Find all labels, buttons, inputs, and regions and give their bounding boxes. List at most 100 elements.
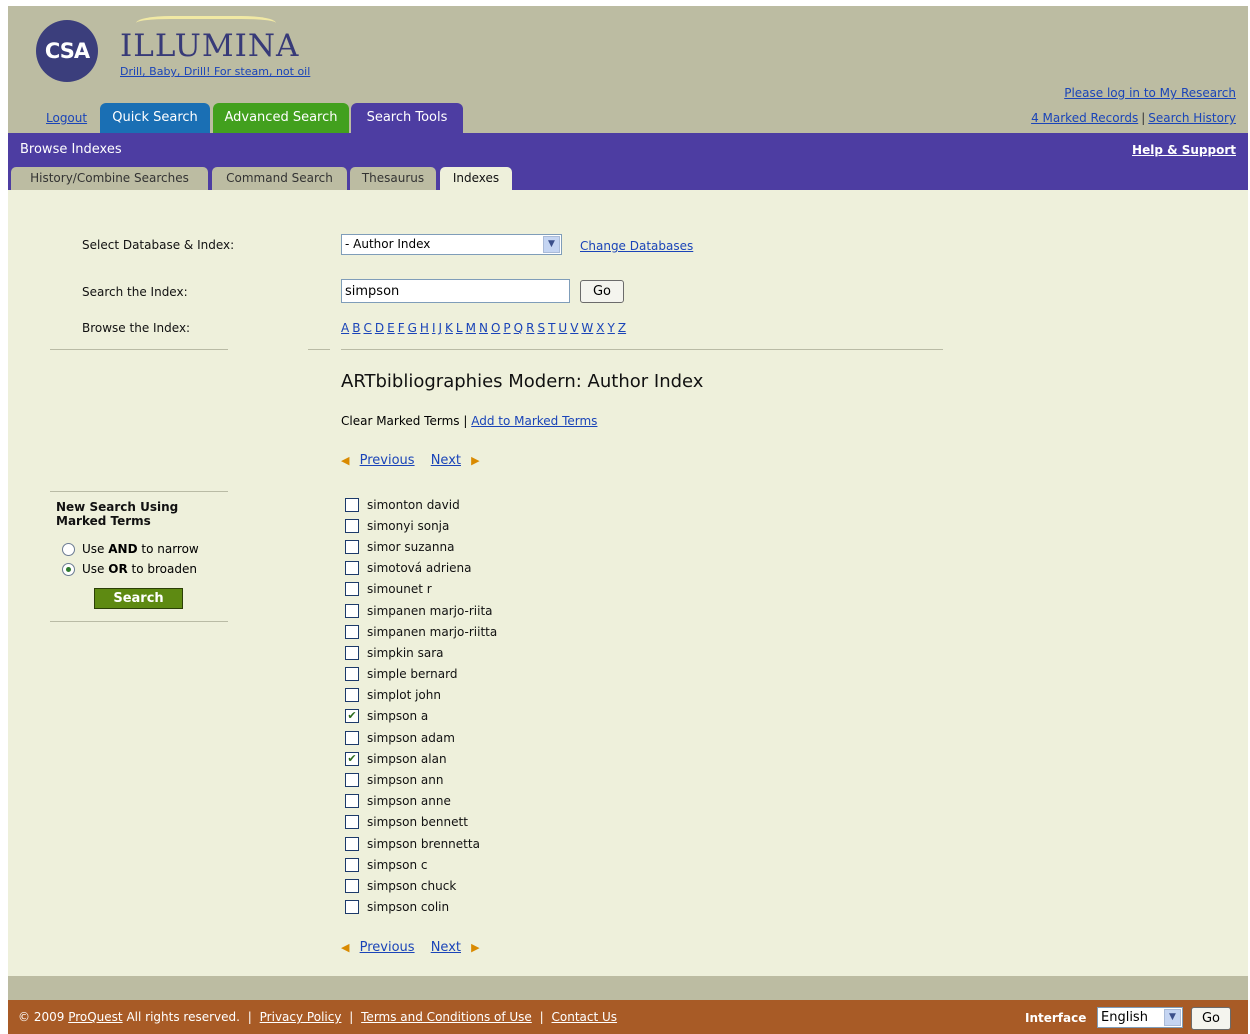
tab-history-combine[interactable]: History/Combine Searches: [11, 167, 208, 190]
tab-advanced-search[interactable]: Advanced Search: [213, 103, 349, 133]
radio-or[interactable]: [62, 562, 75, 576]
next-link[interactable]: Next: [431, 940, 461, 955]
alphabet-link-y[interactable]: Y: [608, 321, 615, 335]
alphabet-link-t[interactable]: T: [548, 321, 555, 335]
alphabet-link-u[interactable]: U: [558, 321, 567, 335]
tab-thesaurus[interactable]: Thesaurus: [350, 167, 436, 190]
term-checkbox[interactable]: [345, 815, 359, 830]
term-checkbox[interactable]: [345, 836, 359, 851]
alphabet-link-p[interactable]: P: [503, 321, 510, 335]
alphabet-link-w[interactable]: W: [581, 321, 593, 335]
logout-link[interactable]: Logout: [46, 111, 87, 125]
marked-records-link[interactable]: 4 Marked Records: [1031, 111, 1138, 125]
help-support-link[interactable]: Help & Support: [1132, 143, 1236, 157]
term-checkbox[interactable]: [345, 900, 359, 915]
term-row: ✔ simpson alan: [345, 748, 497, 769]
term-checkbox[interactable]: [345, 773, 359, 788]
term-checkbox[interactable]: [345, 518, 359, 533]
term-label: simpson bennett: [367, 815, 468, 830]
alphabet-link-z[interactable]: Z: [618, 321, 626, 335]
go-button[interactable]: Go: [580, 280, 624, 303]
term-checkbox[interactable]: [345, 667, 359, 682]
term-label: simpson ann: [367, 773, 444, 788]
term-label: simpson a: [367, 709, 429, 724]
alphabet-link-f[interactable]: F: [398, 321, 405, 335]
alphabet-link-b[interactable]: B: [352, 321, 360, 335]
terms-link[interactable]: Terms and Conditions of Use: [361, 1010, 532, 1024]
search-button[interactable]: Search: [94, 588, 183, 609]
new-search-title-line2: Marked Terms: [56, 514, 151, 528]
term-checkbox[interactable]: [345, 794, 359, 809]
term-checkbox[interactable]: [345, 624, 359, 639]
tagline-link[interactable]: Drill, Baby, Drill! For steam, not oil: [120, 65, 310, 78]
alphabet-link-n[interactable]: N: [479, 321, 488, 335]
contact-us-link[interactable]: Contact Us: [552, 1010, 618, 1024]
tab-quick-search[interactable]: Quick Search: [100, 103, 210, 133]
term-row: simpson bennett: [345, 812, 497, 833]
language-go-button[interactable]: Go: [1191, 1007, 1231, 1030]
alphabet-link-l[interactable]: L: [456, 321, 463, 335]
radio-and-row[interactable]: Use AND to narrow: [56, 542, 228, 556]
index-select[interactable]: - Author Index ▼: [341, 234, 562, 255]
csa-logo: CSA: [36, 20, 98, 82]
search-history-link[interactable]: Search History: [1148, 111, 1236, 125]
alphabet-link-c[interactable]: C: [363, 321, 371, 335]
alphabet-link-e[interactable]: E: [387, 321, 395, 335]
term-row: simpkin sara: [345, 642, 497, 663]
tab-search-tools[interactable]: Search Tools: [351, 103, 463, 133]
alphabet-link-i[interactable]: I: [432, 321, 436, 335]
term-checkbox[interactable]: [345, 645, 359, 660]
footer: © 2009 ProQuest All rights reserved. | P…: [8, 1000, 1248, 1034]
rights-text: All rights reserved.: [126, 1010, 240, 1024]
proquest-link[interactable]: ProQuest: [68, 1010, 122, 1024]
term-checkbox[interactable]: [345, 582, 359, 597]
term-checkbox[interactable]: [345, 603, 359, 618]
radio-and[interactable]: [62, 542, 75, 556]
alphabet-link-r[interactable]: R: [526, 321, 534, 335]
radio-or-row[interactable]: Use OR to broaden: [56, 562, 228, 576]
term-checkbox[interactable]: [345, 539, 359, 554]
term-checkbox[interactable]: [345, 561, 359, 576]
previous-link[interactable]: Previous: [360, 453, 415, 468]
main-content: Select Database & Index: - Author Index …: [8, 190, 1248, 976]
term-row: simpson colin: [345, 897, 497, 918]
alphabet-link-v[interactable]: V: [570, 321, 578, 335]
marked-terms-actions: Clear Marked Terms | Add to Marked Terms: [341, 414, 597, 428]
term-checkbox[interactable]: ✔: [345, 751, 359, 766]
term-checkbox[interactable]: [345, 730, 359, 745]
change-databases-link[interactable]: Change Databases: [580, 239, 693, 253]
term-checkbox[interactable]: [345, 497, 359, 512]
previous-link[interactable]: Previous: [360, 940, 415, 955]
alphabet-link-h[interactable]: H: [420, 321, 429, 335]
top-right-links: 4 Marked Records | Search History: [1031, 111, 1236, 125]
alphabet-link-q[interactable]: Q: [514, 321, 523, 335]
alphabet-links: ABCDEFGHIJKLMNOPQRSTUVWXYZ: [341, 321, 629, 335]
alphabet-link-s[interactable]: S: [537, 321, 545, 335]
term-checkbox[interactable]: ✔: [345, 709, 359, 724]
alphabet-link-k[interactable]: K: [445, 321, 453, 335]
alphabet-link-g[interactable]: G: [408, 321, 417, 335]
term-checkbox[interactable]: [345, 878, 359, 893]
clear-marked-terms[interactable]: Clear Marked Terms: [341, 414, 460, 428]
tab-command-search[interactable]: Command Search: [212, 167, 347, 190]
add-marked-terms-link[interactable]: Add to Marked Terms: [471, 414, 597, 428]
login-link[interactable]: Please log in to My Research: [1064, 86, 1236, 100]
alphabet-link-d[interactable]: D: [375, 321, 384, 335]
pager-top: ◀ Previous Next ▶: [341, 453, 480, 468]
page: CSA ILLUMINA Drill, Baby, Drill! For ste…: [8, 6, 1248, 1034]
alphabet-link-x[interactable]: X: [596, 321, 604, 335]
alphabet-link-o[interactable]: O: [491, 321, 500, 335]
alphabet-link-j[interactable]: J: [438, 321, 442, 335]
language-select[interactable]: English ▼: [1097, 1007, 1183, 1028]
alphabet-link-a[interactable]: A: [341, 321, 349, 335]
alphabet-link-m[interactable]: M: [466, 321, 476, 335]
term-row: simpson anne: [345, 791, 497, 812]
next-link[interactable]: Next: [431, 453, 461, 468]
tab-indexes[interactable]: Indexes: [440, 167, 512, 190]
triangle-left-icon: ◀: [341, 454, 350, 467]
term-checkbox[interactable]: [345, 857, 359, 872]
term-label: simpson brennetta: [367, 836, 480, 851]
term-checkbox[interactable]: [345, 688, 359, 703]
privacy-policy-link[interactable]: Privacy Policy: [260, 1010, 342, 1024]
search-input[interactable]: [341, 279, 570, 303]
